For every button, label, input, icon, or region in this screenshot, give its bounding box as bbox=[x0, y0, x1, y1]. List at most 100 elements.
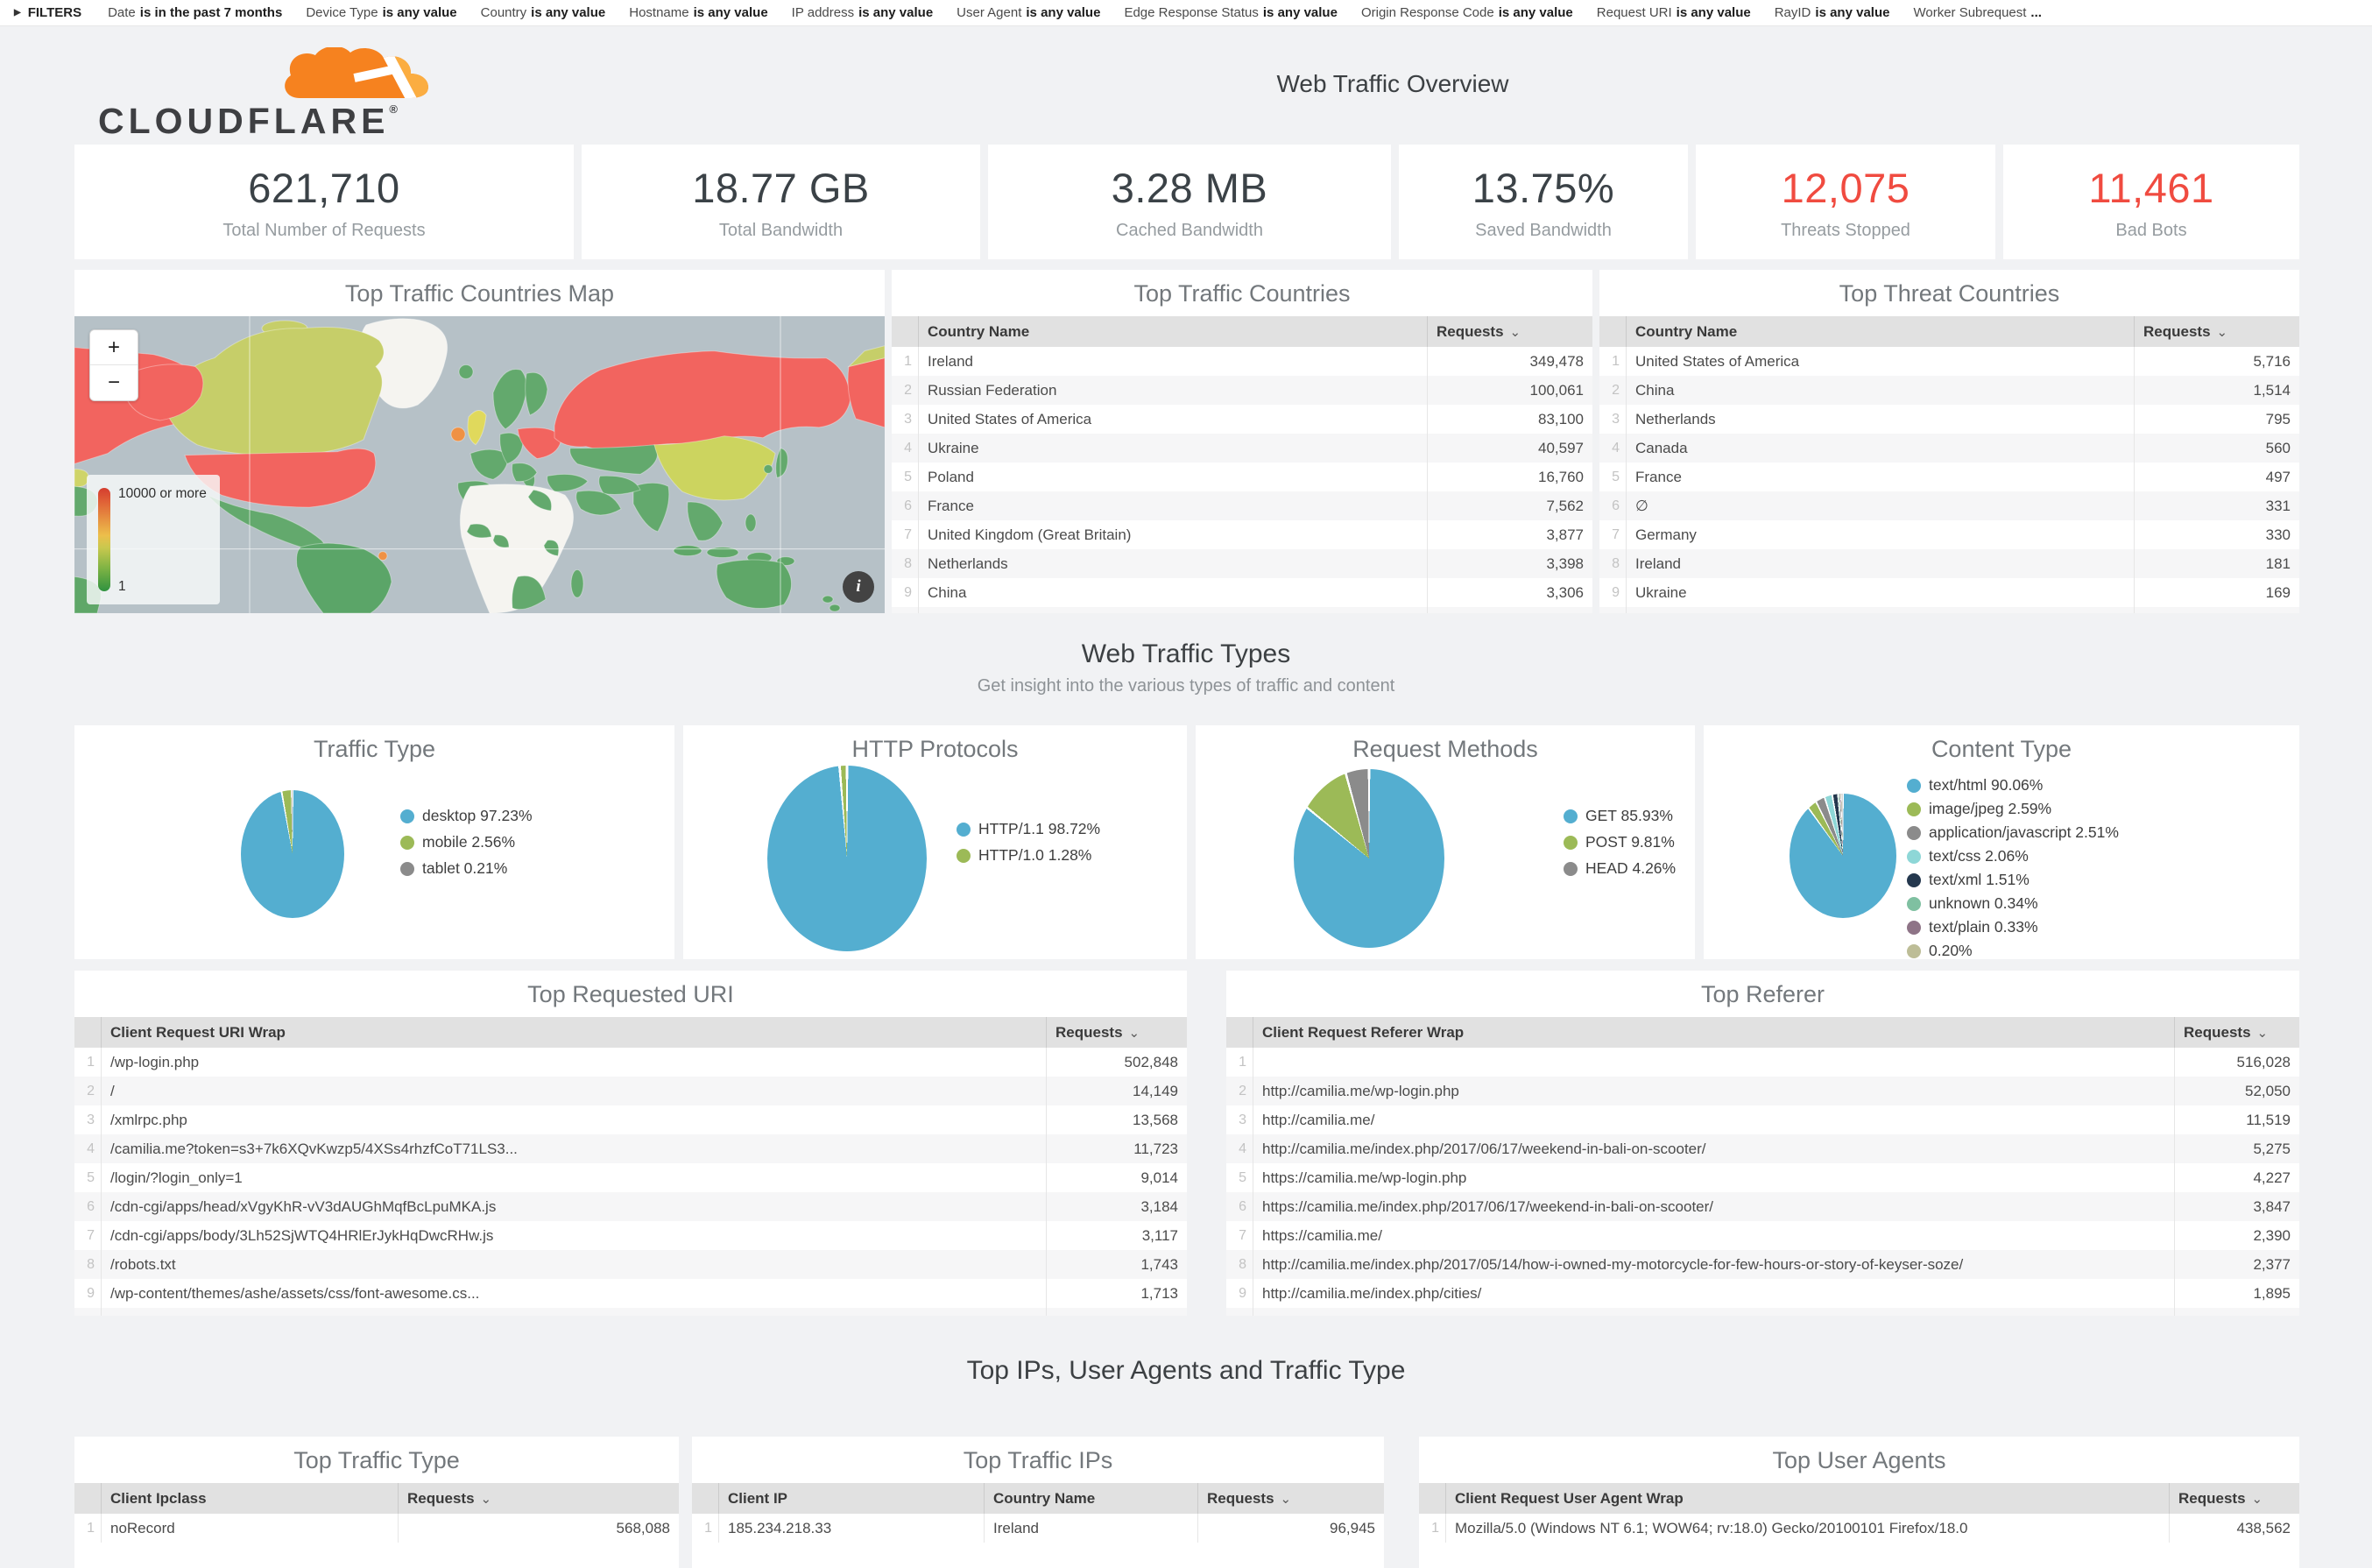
column-header[interactable]: Client Request URI Wrap bbox=[102, 1017, 1047, 1048]
table-row[interactable]: 3/xmlrpc.php13,568 bbox=[74, 1105, 1187, 1134]
table-row[interactable]: 5/login/?login_only=19,014 bbox=[74, 1163, 1187, 1192]
table-row[interactable]: 4http://camilia.me/index.php/2017/06/17/… bbox=[1226, 1134, 2299, 1163]
row-rank: 8 bbox=[1226, 1250, 1253, 1279]
table-row[interactable]: 2http://camilia.me/wp-login.php52,050 bbox=[1226, 1077, 2299, 1105]
table-row[interactable]: 6France7,562 bbox=[892, 491, 1592, 520]
table-row[interactable]: 9Ukraine169 bbox=[1599, 578, 2299, 607]
table-row[interactable]: 9http://camilia.me/index.php/cities/1,89… bbox=[1226, 1279, 2299, 1308]
column-header[interactable]: Country Name bbox=[1627, 316, 2135, 347]
row-rank: 9 bbox=[1226, 1279, 1253, 1308]
table-cell: 4,227 bbox=[2175, 1163, 2300, 1192]
table-row[interactable]: 7https://camilia.me/2,390 bbox=[1226, 1221, 2299, 1250]
filters-toggle[interactable]: ▶ FILTERS bbox=[14, 5, 81, 20]
content-type-pie[interactable] bbox=[1790, 794, 1896, 918]
filter-item[interactable]: User Agentis any value bbox=[957, 5, 1100, 20]
column-header[interactable]: Client Request User Agent Wrap bbox=[1446, 1483, 2170, 1514]
column-header[interactable]: Client IP bbox=[719, 1483, 985, 1514]
table-row[interactable]: 8http://camilia.me/index.php/2017/05/14/… bbox=[1226, 1250, 2299, 1279]
table-row[interactable]: 8Ireland181 bbox=[1599, 549, 2299, 578]
filter-item[interactable]: Device Typeis any value bbox=[306, 5, 456, 20]
table-row[interactable]: 7/cdn-cgi/apps/body/3Lh52SjWTQ4HRlErJykH… bbox=[74, 1221, 1187, 1250]
top-traffic-countries-panel: Top Traffic Countries Country NameReques… bbox=[892, 270, 1592, 613]
column-header[interactable]: Requests⌄ bbox=[1047, 1017, 1188, 1048]
table-row[interactable]: 5Poland16,760 bbox=[892, 463, 1592, 491]
column-header[interactable]: Client Request Referer Wrap bbox=[1253, 1017, 2175, 1048]
table-cell: 83,100 bbox=[1428, 405, 1593, 434]
filter-condition: is in the past 7 months bbox=[140, 5, 283, 20]
map-zoom-out-button[interactable]: − bbox=[90, 365, 138, 400]
legend-dot bbox=[1907, 826, 1921, 840]
filter-field-label: Worker Subrequest bbox=[1913, 5, 2026, 20]
filter-item[interactable]: Worker Subrequest... bbox=[1913, 5, 2041, 20]
column-header[interactable]: Requests⌄ bbox=[1198, 1483, 1385, 1514]
request-methods-pie[interactable] bbox=[1294, 769, 1444, 948]
chart-legend: GET 85.93%POST 9.81%HEAD 4.26% bbox=[1564, 725, 1676, 959]
table-row[interactable]: 10/wp-content/themes/ashe/style.css?v=4.… bbox=[74, 1308, 1187, 1316]
row-rank: 5 bbox=[1226, 1163, 1253, 1192]
table-row[interactable]: 6/cdn-cgi/apps/head/xVgyKhR-vV3dAUGhMqfB… bbox=[74, 1192, 1187, 1221]
map-zoom-in-button[interactable]: + bbox=[90, 330, 138, 365]
traffic-type-pie[interactable] bbox=[241, 790, 344, 918]
column-header[interactable]: Requests⌄ bbox=[2135, 316, 2300, 347]
table-row[interactable]: 10Canada3,215 bbox=[892, 607, 1592, 613]
table-row[interactable]: 1/wp-login.php502,848 bbox=[74, 1048, 1187, 1077]
column-header[interactable]: Requests⌄ bbox=[1428, 316, 1593, 347]
filter-item[interactable]: Edge Response Statusis any value bbox=[1124, 5, 1338, 20]
filter-item[interactable]: IP addressis any value bbox=[792, 5, 934, 20]
table-row[interactable]: 1Ireland349,478 bbox=[892, 347, 1592, 376]
table-row[interactable]: 5France497 bbox=[1599, 463, 2299, 491]
table-row[interactable]: 9China3,306 bbox=[892, 578, 1592, 607]
table-row[interactable]: 10Singapore158 bbox=[1599, 607, 2299, 613]
legend-label: text/xml 1.51% bbox=[1929, 871, 2030, 889]
legend-dot bbox=[1907, 802, 1921, 816]
filter-item[interactable]: Dateis in the past 7 months bbox=[108, 5, 282, 20]
http-protocols-pie[interactable] bbox=[767, 766, 927, 951]
column-header[interactable]: Country Name bbox=[985, 1483, 1198, 1514]
table-cell: United States of America bbox=[1627, 347, 2135, 376]
table-cell: 568,088 bbox=[399, 1514, 680, 1543]
legend-item: unknown 0.34% bbox=[1907, 894, 2119, 913]
filter-item[interactable]: Countryis any value bbox=[481, 5, 606, 20]
table-row[interactable]: 3http://camilia.me/11,519 bbox=[1226, 1105, 2299, 1134]
table-row[interactable]: 9/wp-content/themes/ashe/assets/css/font… bbox=[74, 1279, 1187, 1308]
table-row[interactable]: 4/camilia.me?token=s3+7k6XQvKwzp5/4XSs4r… bbox=[74, 1134, 1187, 1163]
table-row[interactable]: 8/robots.txt1,743 bbox=[74, 1250, 1187, 1279]
filter-item[interactable]: RayIDis any value bbox=[1775, 5, 1890, 20]
table-row[interactable]: 1United States of America5,716 bbox=[1599, 347, 2299, 376]
table-row[interactable]: 1Mozilla/5.0 (Windows NT 6.1; WOW64; rv:… bbox=[1419, 1514, 2299, 1543]
table-row[interactable]: 7Germany330 bbox=[1599, 520, 2299, 549]
legend-dot bbox=[400, 809, 414, 823]
column-header[interactable]: Country Name bbox=[919, 316, 1428, 347]
filter-item[interactable]: Hostnameis any value bbox=[629, 5, 767, 20]
table-row[interactable]: 2Russian Federation100,061 bbox=[892, 376, 1592, 405]
column-header[interactable]: Requests⌄ bbox=[2170, 1483, 2300, 1514]
table-row[interactable]: 1noRecord568,088 bbox=[74, 1514, 679, 1543]
table-row[interactable]: 8Netherlands3,398 bbox=[892, 549, 1592, 578]
table-row[interactable]: 7United Kingdom (Great Britain)3,877 bbox=[892, 520, 1592, 549]
table-cell: 14,149 bbox=[1047, 1077, 1188, 1105]
rank-column-header bbox=[1419, 1483, 1446, 1514]
filter-item[interactable]: Request URIis any value bbox=[1597, 5, 1751, 20]
column-header[interactable]: Client Ipclass bbox=[102, 1483, 399, 1514]
table-row[interactable]: 2/14,149 bbox=[74, 1077, 1187, 1105]
legend-item: desktop 97.23% bbox=[400, 807, 533, 825]
table-row[interactable]: 5https://camilia.me/wp-login.php4,227 bbox=[1226, 1163, 2299, 1192]
column-header[interactable]: Requests⌄ bbox=[2175, 1017, 2300, 1048]
panel-title: Top Threat Countries bbox=[1599, 270, 2299, 316]
table-row[interactable]: 10http://camilia.me/index.php/about/1,47… bbox=[1226, 1308, 2299, 1316]
table-row[interactable]: 4Canada560 bbox=[1599, 434, 2299, 463]
world-map[interactable]: + − 10000 or more 1 i bbox=[74, 316, 885, 613]
filter-item[interactable]: Origin Response Codeis any value bbox=[1361, 5, 1573, 20]
table-row[interactable]: 4Ukraine40,597 bbox=[892, 434, 1592, 463]
table-row[interactable]: 6∅331 bbox=[1599, 491, 2299, 520]
table-row[interactable]: 1185.234.218.33Ireland96,945 bbox=[692, 1514, 1384, 1543]
column-header[interactable]: Requests⌄ bbox=[399, 1483, 680, 1514]
table-row[interactable]: 6https://camilia.me/index.php/2017/06/17… bbox=[1226, 1192, 2299, 1221]
table-row[interactable]: 3Netherlands795 bbox=[1599, 405, 2299, 434]
table-cell: United Kingdom (Great Britain) bbox=[919, 520, 1428, 549]
table-row[interactable]: 2China1,514 bbox=[1599, 376, 2299, 405]
filters-arrow-icon: ▶ bbox=[14, 8, 21, 18]
map-info-button[interactable]: i bbox=[843, 571, 874, 603]
table-row[interactable]: 3United States of America83,100 bbox=[892, 405, 1592, 434]
table-row[interactable]: 1516,028 bbox=[1226, 1048, 2299, 1077]
